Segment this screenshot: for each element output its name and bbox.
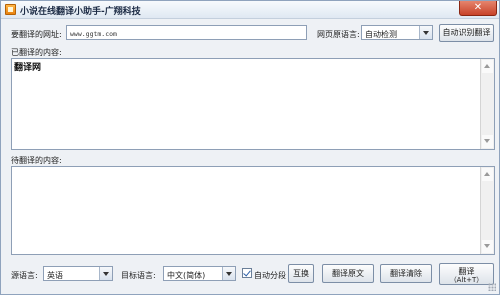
chevron-down-icon — [419, 26, 432, 39]
translated-scrollbar[interactable] — [480, 59, 494, 149]
translate-button-shortcut: （Alt+T） — [449, 276, 484, 284]
window-title: 小说在线翻译小助手-广翔科技 — [20, 7, 141, 17]
swap-languages-button[interactable]: 互换 — [288, 264, 314, 283]
close-icon: ✕ — [473, 2, 483, 13]
chevron-down-icon — [222, 267, 235, 280]
auto-detect-translate-label: 自动识别翻译 — [442, 28, 491, 37]
page-language-value: 自动检测 — [365, 30, 397, 39]
auto-wrap-label: 自动分段 — [254, 271, 286, 280]
target-language-label: 目标语言: — [121, 271, 156, 280]
pending-scrollbar[interactable] — [480, 167, 494, 254]
clear-translation-button[interactable]: 翻译清除 — [380, 264, 432, 283]
scroll-down-icon[interactable] — [482, 135, 493, 148]
auto-wrap-checkbox[interactable] — [242, 268, 252, 278]
close-button[interactable]: ✕ — [459, 1, 497, 16]
source-language-label: 源语言: — [11, 271, 38, 280]
source-language-select[interactable]: 英语 — [43, 266, 113, 281]
app-window: 小说在线翻译小助手-广翔科技 ✕ 要翻译的网址: www.ggtm.com 网页… — [0, 0, 500, 295]
scroll-down-icon[interactable] — [482, 240, 493, 253]
pending-content-label: 待翻译的内容: — [11, 156, 62, 165]
app-icon — [5, 4, 16, 15]
url-label: 要翻译的网址: — [11, 30, 62, 39]
page-language-select[interactable]: 自动检测 — [361, 25, 433, 40]
translate-original-button[interactable]: 翻译原文 — [322, 264, 374, 283]
page-language-label: 网页原语言: — [317, 30, 360, 39]
scroll-up-icon[interactable] — [482, 60, 493, 73]
translated-content-text: 翻译网 — [14, 63, 42, 73]
translate-button[interactable]: 翻译 （Alt+T） — [439, 263, 494, 285]
clear-translation-label: 翻译清除 — [390, 269, 422, 278]
scroll-up-icon[interactable] — [482, 168, 493, 181]
chevron-down-icon — [99, 267, 112, 280]
url-value: www.ggtm.com — [70, 30, 117, 38]
resize-grip-icon[interactable] — [488, 283, 496, 291]
target-language-select[interactable]: 中文(简体) — [163, 266, 236, 281]
auto-detect-translate-button[interactable]: 自动识别翻译 — [439, 24, 494, 42]
pending-content-area[interactable] — [11, 166, 495, 255]
target-language-value: 中文(简体) — [167, 271, 206, 280]
translated-content-area[interactable]: 翻译网 — [11, 58, 495, 150]
url-input[interactable]: www.ggtm.com — [66, 25, 307, 40]
swap-languages-label: 互换 — [293, 269, 309, 278]
translated-content-label: 已翻译的内容: — [11, 48, 62, 57]
source-language-value: 英语 — [47, 271, 63, 280]
title-bar: 小说在线翻译小助手-广翔科技 ✕ — [1, 1, 499, 19]
translate-original-label: 翻译原文 — [332, 269, 364, 278]
